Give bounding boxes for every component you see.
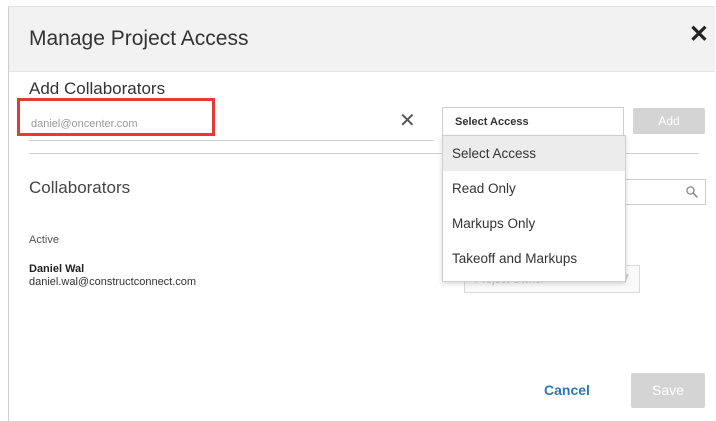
access-dropdown-menu: Select Access Read Only Markups Only Tak… (442, 135, 626, 282)
collaborator-search-input[interactable] (621, 179, 706, 205)
access-option-select-access[interactable]: Select Access (443, 136, 625, 171)
email-field (29, 107, 434, 141)
add-button[interactable]: Add (633, 108, 705, 134)
access-option-markups-only[interactable]: Markups Only (443, 206, 625, 241)
clear-email-icon[interactable]: ✕ (399, 108, 416, 133)
manage-access-dialog: Manage Project Access ✕ Add Collaborator… (8, 6, 715, 421)
access-select-label: Select Access (455, 116, 529, 128)
dialog-header: Manage Project Access ✕ (9, 7, 715, 72)
collaborator-email: daniel.wal@constructconnect.com (29, 276, 197, 288)
email-input[interactable] (29, 113, 393, 135)
close-icon[interactable]: ✕ (689, 23, 709, 47)
collaborator-name: Daniel Wal (29, 263, 85, 275)
dialog-title: Manage Project Access (29, 27, 249, 50)
access-select[interactable]: Select Access (442, 107, 624, 135)
active-group-label: Active (29, 234, 59, 246)
add-collaborators-heading: Add Collaborators (29, 79, 166, 98)
save-button[interactable]: Save (631, 373, 705, 408)
search-icon (686, 186, 698, 198)
access-option-takeoff-and-markups[interactable]: Takeoff and Markups (443, 241, 625, 276)
collaborators-heading: Collaborators (29, 178, 131, 197)
access-option-read-only[interactable]: Read Only (443, 171, 625, 206)
cancel-button[interactable]: Cancel (544, 382, 590, 398)
